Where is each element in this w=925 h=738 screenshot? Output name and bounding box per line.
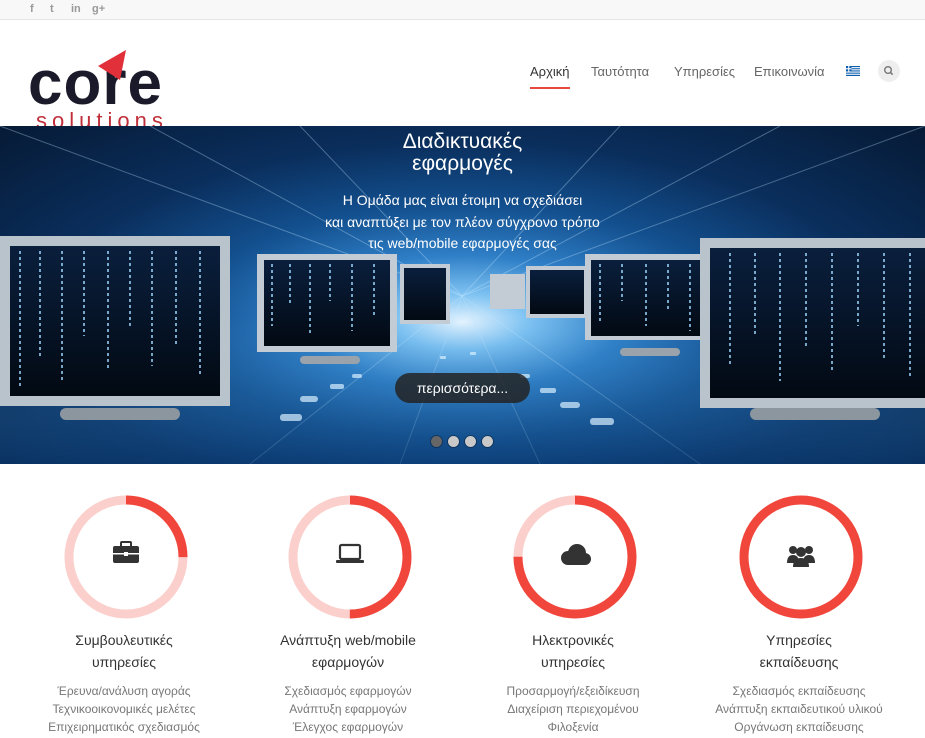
service-title: Ηλεκτρονικές υπηρεσίες <box>461 629 685 673</box>
greek-flag-icon[interactable] <box>846 66 860 76</box>
service-item: Τεχνικοοικονομικές μελέτες <box>52 702 196 716</box>
nav-services[interactable]: Υπηρεσίες <box>674 64 735 80</box>
service-title: Υπηρεσίες εκπαίδευσης <box>687 629 911 673</box>
progress-ring <box>64 495 188 619</box>
linkedin-icon[interactable]: in <box>71 3 81 16</box>
service-title: Συμβουλευτικές υπηρεσίες <box>12 629 236 673</box>
service-title-line1: Συμβουλευτικές <box>75 632 173 648</box>
core-solutions-logo[interactable]: core solutions <box>28 44 228 130</box>
hero-subtitle-line2: και αναπτύξει με τον πλέον σύγχρονο τρόπ… <box>325 214 600 230</box>
service-title-line2: εφαρμογών <box>311 654 385 670</box>
search-button[interactable] <box>878 60 900 82</box>
cloud-icon <box>561 544 591 565</box>
service-item: Φιλοξενία <box>547 720 599 734</box>
hero-background-image <box>0 126 925 464</box>
progress-ring <box>288 495 412 619</box>
service-item: Διαχείριση περιεχομένου <box>507 702 639 716</box>
service-item: Οργάνωση εκπαίδευσης <box>734 720 864 734</box>
service-item: Σχεδιασμός εφαρμογών <box>284 684 412 698</box>
service-item: Προσαρμογή/εξειδίκευση <box>506 684 640 698</box>
service-title-line2: εκπαίδευσης <box>759 654 839 670</box>
slider-dot-1[interactable] <box>431 436 442 447</box>
users-icon <box>787 546 815 567</box>
service-items: Προσαρμογή/εξειδίκευση Διαχείριση περιεχ… <box>461 682 685 736</box>
service-title-line2: υπηρεσίες <box>540 654 606 670</box>
hero-title-line2: εφαρμογές <box>412 152 513 175</box>
service-item: Έλεγχος εφαρμογών <box>292 720 404 734</box>
slider-dot-4[interactable] <box>482 436 493 447</box>
search-icon <box>883 65 894 76</box>
nav-identity[interactable]: Ταυτότητα <box>591 64 649 80</box>
service-title-line1: Υπηρεσίες <box>766 632 832 648</box>
service-items: Έρευνα/ανάλυση αγοράς Τεχνικοοικονομικές… <box>12 682 236 736</box>
facebook-icon[interactable]: f <box>30 3 34 16</box>
service-item: Έρευνα/ανάλυση αγοράς <box>57 684 191 698</box>
service-item: Επιχειρηματικός σχεδιασμός <box>48 720 200 734</box>
progress-ring <box>739 495 863 619</box>
service-title: Ανάπτυξη web/mobile εφαρμογών <box>236 629 460 673</box>
nav-contact[interactable]: Επικοινωνία <box>754 64 825 80</box>
laptop-icon <box>336 543 364 563</box>
progress-ring <box>513 495 637 619</box>
hero-slider: Διαδικτυακές εφαρμογές Η Ομάδα μας είναι… <box>0 126 925 464</box>
site-header: core solutions Αρχική Ταυτότητα Υπηρεσίε… <box>0 20 925 130</box>
more-button[interactable]: περισσότερα... <box>395 373 530 403</box>
service-title-line2: υπηρεσίες <box>91 654 157 670</box>
monitor-left-far <box>0 236 230 420</box>
service-item: Ανάπτυξη εκπαιδευτικού υλικού <box>715 702 883 716</box>
top-bar: f t in g+ <box>0 0 925 20</box>
service-item: Σχεδιασμός εκπαίδευσης <box>732 684 866 698</box>
service-items: Σχεδιασμός εφαρμογών Ανάπτυξη εφαρμογών … <box>236 682 460 736</box>
slider-dot-3[interactable] <box>465 436 476 447</box>
hero-subtitle-line1: Η Ομάδα μας είναι έτοιμη να σχεδιάσει <box>342 192 583 208</box>
nav-active-underline <box>530 87 570 89</box>
hero-title-line1: Διαδικτυακές <box>402 130 523 153</box>
service-items: Σχεδιασμός εκπαίδευσης Ανάπτυξη εκπαιδευ… <box>687 682 911 736</box>
briefcase-icon <box>113 541 139 563</box>
slider-dot-2[interactable] <box>448 436 459 447</box>
service-title-line1: Ηλεκτρονικές <box>532 632 614 648</box>
googleplus-icon[interactable]: g+ <box>92 3 105 16</box>
twitter-icon[interactable]: t <box>50 3 54 16</box>
nav-home[interactable]: Αρχική <box>530 64 570 80</box>
service-item: Ανάπτυξη εφαρμογών <box>289 702 407 716</box>
service-title-line1: Ανάπτυξη web/mobile <box>280 632 416 648</box>
hero-subtitle-line3: τις web/mobile εφαρμογές σας <box>368 235 557 251</box>
